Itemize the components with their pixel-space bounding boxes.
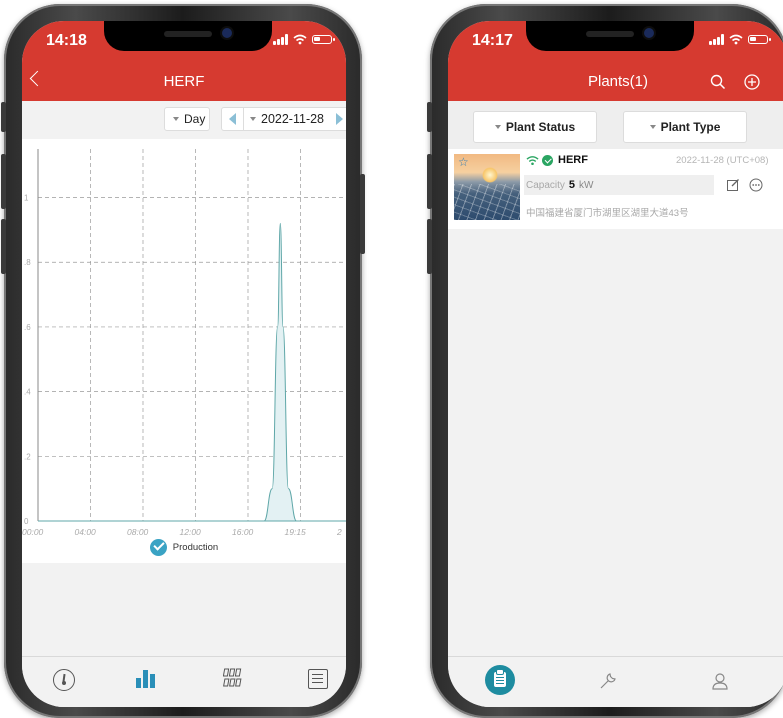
battery-icon [312, 35, 335, 44]
volume-up-button [427, 154, 432, 209]
capacity-text: Capacity 5 kW [526, 179, 593, 191]
left-screen: 14:18 HERF Day 2022-11-28 1 .8 .6 .4 .2 … [22, 21, 346, 707]
cellular-signal-icon [709, 34, 724, 45]
x-tick-label: 04:00 [75, 527, 97, 537]
right-screen: 14:17 Plants(1) Plant Status Plant Type … [448, 21, 783, 707]
y-tick-label: .6 [24, 323, 31, 332]
right-phone-frame: 14:17 Plants(1) Plant Status Plant Type … [427, 4, 783, 718]
volume-up-button [1, 154, 6, 209]
page-title: Plants(1) [587, 73, 649, 90]
production-area-series [258, 222, 300, 522]
edit-icon[interactable] [726, 178, 740, 192]
plant-status-filter[interactable]: Plant Status [473, 111, 597, 143]
search-icon[interactable] [710, 74, 726, 90]
plant-name: HERF [558, 154, 588, 166]
date-picker[interactable]: 2022-11-28 [221, 107, 346, 131]
y-tick-label: .8 [24, 258, 31, 267]
date-value: 2022-11-28 [261, 112, 325, 126]
chevron-down-icon [649, 125, 656, 129]
bottom-tab-bar [448, 656, 783, 707]
battery-icon [748, 35, 771, 44]
prev-day-button[interactable] [229, 113, 236, 125]
tab-list-icon[interactable] [308, 669, 328, 689]
x-tick-label: 08:00 [127, 527, 149, 537]
capacity-value: 5 [568, 179, 576, 191]
tab-bar-chart-icon[interactable] [136, 670, 155, 688]
next-day-button[interactable] [336, 113, 344, 125]
left-phone-frame: 14:18 HERF Day 2022-11-28 1 .8 .6 .4 .2 … [1, 4, 365, 718]
power-button [360, 174, 365, 254]
triangle-right-icon [336, 113, 344, 125]
triangle-left-icon [229, 113, 236, 125]
volume-down-button [1, 219, 6, 274]
tab-plants-list-icon[interactable] [485, 665, 515, 695]
plant-type-label: Plant Type [660, 120, 721, 134]
y-tick-label: .2 [24, 452, 31, 461]
y-tick-label: .4 [24, 388, 31, 397]
x-tick-label: 2 [336, 527, 342, 537]
wifi-online-icon [526, 156, 539, 166]
status-ok-icon [542, 155, 553, 166]
tab-user-icon[interactable] [710, 671, 730, 691]
status-icons [709, 34, 771, 45]
plant-list-item[interactable]: ☆ HERF 2022-11-28 (UTC+08) Capacity 5 kW [448, 149, 783, 229]
cellular-signal-icon [273, 34, 288, 45]
plant-status-label: Plant Status [505, 120, 576, 134]
status-time: 14:17 [472, 32, 513, 49]
wifi-icon [729, 34, 743, 45]
chevron-down-icon [494, 125, 501, 129]
plant-address: 中国福建省厦门市湖里区湖里大道43号 [526, 208, 689, 219]
x-tick-label: 00:00 [22, 527, 44, 537]
add-plant-icon[interactable] [744, 74, 760, 90]
y-tick-label: 0 [24, 517, 29, 526]
mute-switch [1, 102, 6, 132]
legend-check-icon [149, 539, 167, 556]
plant-date: 2022-11-28 (UTC+08) [676, 155, 769, 166]
mute-switch [427, 102, 432, 132]
chevron-down-icon [173, 117, 179, 121]
volume-down-button [427, 219, 432, 274]
page-title: HERF [163, 73, 205, 90]
capacity-unit: kW [579, 180, 594, 191]
phone-notch [526, 21, 694, 51]
x-tick-label: 12:00 [180, 527, 202, 537]
screenshot-stage: 14:18 HERF Day 2022-11-28 1 .8 .6 .4 .2 … [0, 0, 783, 718]
more-options-icon[interactable] [749, 178, 763, 192]
plant-type-filter[interactable]: Plant Type [623, 111, 747, 143]
chart-svg: 1 .8 .6 .4 .2 000:00 04:00 08:00 12:00 16:00 19:15… [22, 149, 346, 537]
production-chart: 1 .8 .6 .4 .2 0 00:00 04:00 08:00 12:00 16:00 19:15… [22, 139, 346, 563]
chart-legend[interactable]: Production [22, 539, 346, 556]
status-icons [273, 34, 335, 45]
period-select[interactable]: Day [164, 107, 210, 131]
wifi-icon [293, 34, 307, 45]
star-icon[interactable]: ☆ [458, 156, 469, 168]
period-value: Day [184, 112, 206, 126]
x-tick-label: 19:15 [285, 527, 307, 537]
bottom-tab-bar [22, 656, 346, 707]
y-tick-label: 1 [24, 194, 29, 203]
tab-wrench-icon[interactable] [598, 671, 618, 691]
tab-gauge-icon[interactable] [53, 669, 75, 691]
tab-device-grid-icon[interactable] [222, 667, 243, 689]
capacity-label: Capacity [526, 180, 565, 191]
x-tick-label: 16:00 [232, 527, 254, 537]
phone-notch [104, 21, 272, 51]
legend-label: Production [172, 542, 219, 553]
status-time: 14:18 [46, 32, 87, 49]
chevron-down-icon [250, 117, 256, 121]
